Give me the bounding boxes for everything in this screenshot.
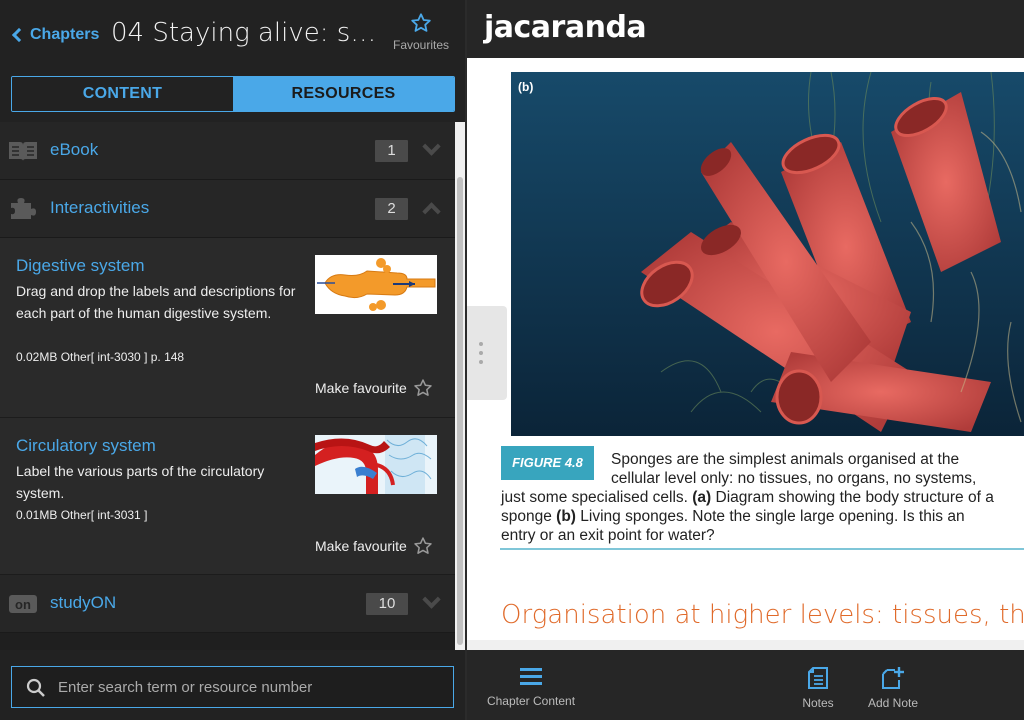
caption-bold: (a) <box>692 489 712 506</box>
list-item[interactable]: Digestive system Drag and drop the label… <box>0 238 455 418</box>
chapter-title: 04 Staying alive: syste… <box>111 18 381 48</box>
caption-line: entry or an exit point for water? <box>501 527 715 544</box>
page-scrollbar[interactable] <box>467 640 1024 650</box>
section-heading: Organisation at higher levels: tissues, … <box>501 600 1024 630</box>
tab-resources[interactable]: RESOURCES <box>233 77 454 111</box>
make-favourite-label: Make favourite <box>315 380 407 396</box>
count-badge: 1 <box>375 140 408 162</box>
chevron-down-icon[interactable] <box>422 137 441 156</box>
resource-meta: 0.02MB Other[ int-3030 ] p. 148 <box>16 350 185 364</box>
category-label: eBook <box>50 140 99 159</box>
add-note-icon <box>882 667 904 689</box>
chapter-content-label: Chapter Content <box>486 694 576 708</box>
add-note-label: Add Note <box>867 696 919 710</box>
digestive-thumbnail[interactable] <box>315 255 437 314</box>
caption-line: sponge <box>501 508 552 525</box>
figure-caption-block: FIGURE 4.8 Sponges are the simplest anim… <box>500 444 1024 550</box>
resource-title[interactable]: Digestive system <box>16 256 144 276</box>
studyon-icon-text: on <box>15 597 31 612</box>
sponge-photo: (b) <box>511 72 1024 436</box>
ebook-page[interactable]: (b) FIGURE 4.8 Sponges are the simplest … <box>467 58 1024 650</box>
tab-content[interactable]: CONTENT <box>12 77 233 111</box>
back-label: Chapters <box>30 26 100 43</box>
chevron-up-icon[interactable] <box>422 202 441 221</box>
search-icon <box>26 678 45 697</box>
resources-panel: Chapters 04 Staying alive: syste… Favour… <box>0 0 465 720</box>
resource-title[interactable]: Circulatory system <box>16 436 156 456</box>
caption-line: cellular level only: no tissues, no orga… <box>611 470 977 487</box>
notes-icon <box>808 667 828 689</box>
count-badge: 10 <box>366 593 408 615</box>
caption-line: Diagram showing the body structure of a <box>715 489 994 506</box>
make-favourite-button[interactable]: Make favourite <box>315 378 433 398</box>
caption-line: Sponges are the simplest animals organis… <box>611 451 960 468</box>
search-box[interactable] <box>11 666 454 708</box>
drag-handle-icon <box>479 342 483 369</box>
panel-header: Chapters 04 Staying alive: syste… Favour… <box>0 0 465 72</box>
caption-bold: (b) <box>556 508 576 525</box>
caption-line: Living sponges. Note the single large op… <box>580 508 965 525</box>
reader-top-bar: jacaranda <box>467 0 1024 58</box>
chapter-content-button[interactable]: Chapter Content <box>484 666 578 708</box>
chevron-down-icon[interactable] <box>422 590 441 609</box>
favourites-label: Favourites <box>392 38 450 52</box>
category-studyon[interactable]: on studyON 10 <box>0 575 455 633</box>
photo-label: (b) <box>518 80 534 94</box>
category-label: studyON <box>50 593 117 612</box>
category-interactivities[interactable]: Interactivities 2 <box>0 180 455 238</box>
reader-panel: jacaranda (b) FIGURE 4.8 Sponges are the… <box>467 0 1024 720</box>
jacaranda-logo: jacaranda <box>484 10 647 45</box>
category-ebook[interactable]: eBook 1 <box>0 122 455 180</box>
add-note-button[interactable]: Add Note <box>863 666 923 710</box>
studyon-icon: on <box>9 595 37 613</box>
list-scrollbar[interactable] <box>455 122 465 650</box>
figure-caption: Sponges are the simplest animals organis… <box>501 450 1024 545</box>
star-outline-icon <box>414 537 432 554</box>
menu-icon <box>520 668 542 685</box>
puzzle-icon <box>11 198 36 219</box>
make-favourite-label: Make favourite <box>315 538 407 554</box>
star-outline-icon <box>414 379 432 396</box>
chapters-back-button[interactable]: Chapters <box>10 22 99 48</box>
star-icon <box>411 13 431 32</box>
search-input[interactable] <box>58 667 438 707</box>
reader-bottom-bar: Chapter Content Notes Add Note <box>467 650 1024 720</box>
make-favourite-button[interactable]: Make favourite <box>315 536 433 556</box>
category-label: Interactivities <box>50 198 150 217</box>
caption-line: just some specialised cells. <box>501 489 688 506</box>
circulatory-thumbnail[interactable] <box>315 435 437 494</box>
favourites-button[interactable]: Favourites <box>388 12 454 52</box>
notes-label: Notes <box>802 696 834 710</box>
count-badge: 2 <box>375 198 408 220</box>
resource-list: eBook 1 Interactivities 2 Digestive syst… <box>0 122 455 650</box>
resource-description: Label the various parts of the circulato… <box>16 463 265 501</box>
panel-tabs: CONTENT RESOURCES <box>11 76 455 112</box>
resource-description: Drag and drop the labels and description… <box>16 283 296 321</box>
list-item[interactable]: Circulatory system Label the various par… <box>0 418 455 575</box>
resource-meta: 0.01MB Other[ int-3031 ] <box>16 508 148 522</box>
chevron-left-icon <box>11 27 27 43</box>
drawer-handle[interactable] <box>467 306 507 400</box>
scrollbar-thumb[interactable] <box>457 177 463 645</box>
notes-button[interactable]: Notes <box>795 666 841 710</box>
book-icon <box>9 142 37 161</box>
